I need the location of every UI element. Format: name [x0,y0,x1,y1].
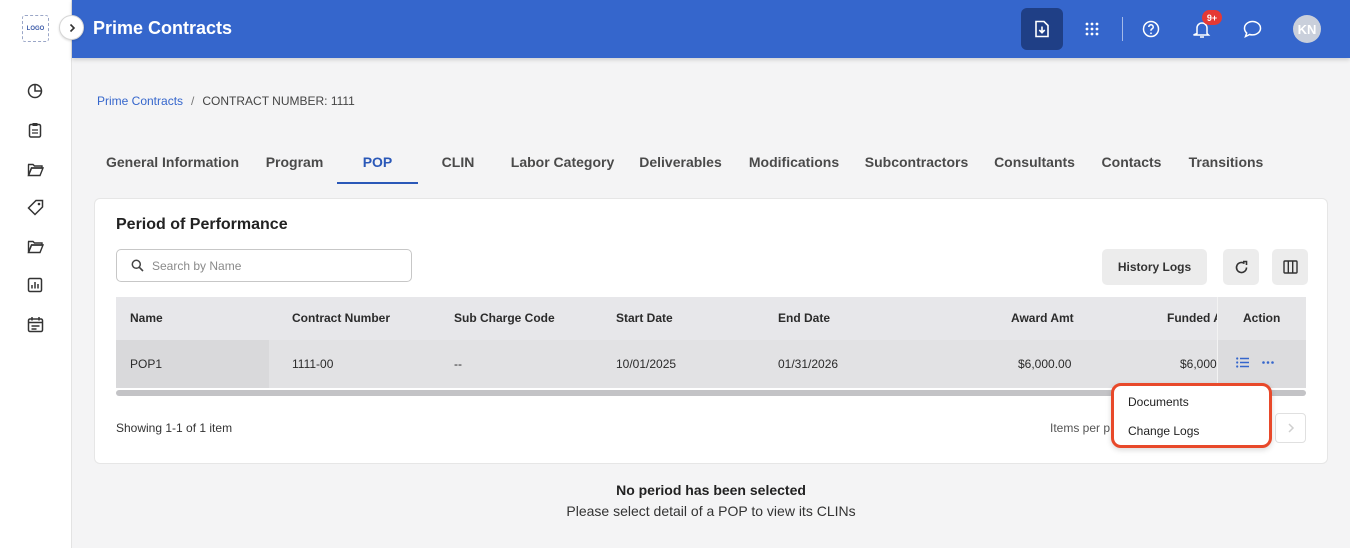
file-download-icon [1035,20,1049,38]
action-cell [1218,340,1306,388]
chat-button[interactable] [1231,8,1273,50]
tab-labor-category[interactable]: Labor Category [511,146,614,184]
tab-clin[interactable]: CLIN [440,146,476,184]
action-column: Action [1217,297,1306,388]
empty-state-title: No period has been selected [616,482,806,498]
pagination-summary: Showing 1-1 of 1 item [116,421,233,435]
chat-bubble-icon [1243,20,1261,38]
pop-table: Name Contract Number Sub Charge Code Sta… [116,297,1306,397]
help-circle-icon [1142,20,1160,38]
cell-contract-number: 1111-00 [292,357,334,371]
breadcrumb-root-link[interactable]: Prime Contracts [97,94,183,108]
empty-state-subtitle: Please select detail of a POP to view it… [566,503,856,519]
menu-item-documents[interactable]: Documents [1128,395,1189,409]
chevron-right-icon [69,23,75,32]
app-title: Prime Contracts [93,18,233,38]
next-page-button[interactable] [1275,413,1306,443]
app-logo: LOGO [22,15,49,42]
cell-name: POP1 [130,357,163,371]
tag-icon[interactable] [26,198,44,216]
download-button[interactable] [1021,8,1063,50]
clipboard-icon[interactable] [26,121,44,139]
search-input[interactable] [152,257,402,275]
search-box[interactable] [116,249,412,282]
user-avatar[interactable]: KN [1293,15,1321,43]
table-row[interactable]: POP1 1111-00 -- 10/01/2025 01/31/2026 $6… [116,340,1306,388]
columns-button[interactable] [1272,249,1308,285]
tab-pop[interactable]: POP [337,146,418,184]
list-detail-icon[interactable] [1236,357,1249,368]
cell-sub-charge-code: -- [454,357,462,371]
sidebar-toggle-button[interactable] [59,15,84,40]
cell-start-date: 10/01/2025 [616,357,677,371]
refresh-button[interactable] [1223,249,1259,285]
column-header-start-date[interactable]: Start Date [616,311,673,325]
search-icon [131,259,144,272]
cell-funded-amt: $6,000 [1180,357,1217,371]
tab-consultants[interactable]: Consultants [994,146,1075,184]
apps-grid-button[interactable] [1071,8,1113,50]
refresh-icon [1235,260,1247,273]
calendar-icon[interactable] [26,315,44,333]
items-per-page-label: Items per p [1050,421,1111,435]
columns-icon [1282,260,1298,274]
column-header-award-amt[interactable]: Award Amt [1011,311,1074,325]
column-header-sub-charge-code[interactable]: Sub Charge Code [454,311,555,325]
left-rail: LOGO [0,0,72,548]
tab-program[interactable]: Program [264,146,325,184]
row-action-menu: Documents Change Logs [1111,383,1272,448]
cell-end-date: 01/31/2026 [778,357,839,371]
help-button[interactable] [1130,8,1172,50]
notification-badge: 9+ [1202,10,1222,25]
grid-dots-icon [1085,22,1099,36]
column-header-action: Action [1243,311,1281,325]
tab-general-information[interactable]: General Information [106,146,239,184]
folder-open-icon[interactable] [26,160,44,178]
top-header: Prime Contracts 9+ KN [72,0,1350,58]
breadcrumb-separator: / [191,94,195,108]
column-header-end-date[interactable]: End Date [778,311,830,325]
dashboard-icon[interactable] [26,82,44,100]
folder-icon[interactable] [26,237,44,255]
tab-subcontractors[interactable]: Subcontractors [865,146,968,184]
header-divider [1122,17,1123,41]
chevron-right-icon [1287,423,1294,433]
cell-award-amt: $6,000.00 [1018,357,1072,371]
history-logs-button[interactable]: History Logs [1102,249,1207,285]
report-chart-icon[interactable] [26,276,44,294]
tab-deliverables[interactable]: Deliverables [639,146,722,184]
column-header-funded-amt[interactable]: Funded A [1167,311,1222,325]
breadcrumb: Prime Contracts / CONTRACT NUMBER: 1111 [97,94,355,108]
tab-contacts[interactable]: Contacts [1102,146,1162,184]
more-horizontal-icon[interactable] [1262,357,1274,368]
tab-modifications[interactable]: Modifications [749,146,839,184]
breadcrumb-current: CONTRACT NUMBER: 1111 [202,94,355,108]
tab-transitions[interactable]: Transitions [1189,146,1264,184]
card-title: Period of Performance [116,216,288,233]
column-header-name[interactable]: Name [130,311,163,325]
table-header: Name Contract Number Sub Charge Code Sta… [116,297,1306,340]
menu-item-change-logs[interactable]: Change Logs [1128,424,1199,438]
column-header-contract-number[interactable]: Contract Number [292,311,390,325]
